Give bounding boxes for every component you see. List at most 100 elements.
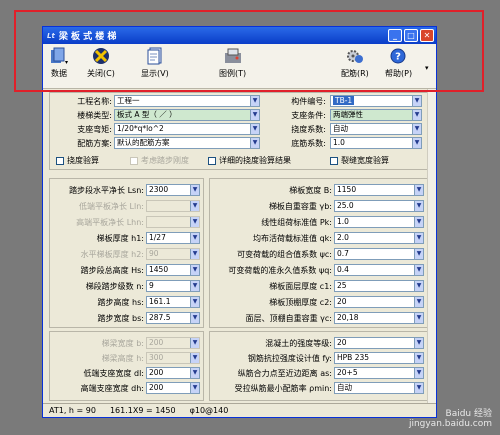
chevron-down-icon[interactable]: ▼ — [190, 233, 199, 243]
field-label: 高端平板净长 Lhn: — [76, 218, 144, 227]
geometry-group: 踏步段水平净长 Lsn: 2300 ▼ 低端平板净长 Lln: ▼ 高端平板净长 Lhn:… — [49, 178, 204, 328]
status-text: AT1, h = 90 — [49, 406, 96, 415]
chevron-down-icon[interactable]: ▼ — [412, 138, 421, 148]
value-combo[interactable]: 20 ▼ — [334, 296, 424, 308]
value-combo[interactable]: 200 ▼ — [146, 367, 200, 379]
value-combo[interactable]: 9 ▼ — [146, 280, 200, 292]
deflection-check[interactable]: 挠度验算 — [56, 155, 99, 166]
field-label: 低端支座宽度 dl: — [83, 369, 144, 378]
chevron-down-icon[interactable]: ▼ — [414, 217, 423, 227]
field-label: 钢筋抗拉强度设计值 fy: — [247, 354, 332, 363]
value-combo[interactable]: 1150 ▼ — [334, 184, 424, 196]
chevron-down-icon[interactable]: ▼ — [190, 297, 199, 307]
member-id-combo[interactable]: TB-1 ▼ — [330, 95, 422, 107]
value-combo[interactable]: ▼ — [146, 200, 200, 212]
field-label: 高端支座宽度 dh: — [80, 384, 144, 393]
general-group: 工程名称: 工程一 ▼ 楼梯类型: 板式 A 型（ ／ ） ▼ 支座弯矩: 1/20… — [49, 92, 428, 170]
value-combo[interactable]: ▼ — [146, 216, 200, 228]
value-combo[interactable]: 0.7 ▼ — [334, 248, 424, 260]
checkbox[interactable] — [208, 156, 216, 165]
value-combo[interactable]: 200 ▼ — [146, 337, 200, 349]
chevron-down-icon[interactable]: ▼ — [414, 201, 423, 211]
project-name-combo[interactable]: 工程一 ▼ — [114, 95, 260, 107]
chevron-down-icon[interactable]: ▼ — [190, 368, 199, 378]
chevron-down-icon[interactable]: ▼ — [414, 281, 423, 291]
chevron-down-icon[interactable]: ▼ — [250, 110, 259, 120]
value-combo[interactable]: 2300 ▼ — [146, 184, 200, 196]
material-group: 混凝土的强度等级: 20 ▼ 钢筋抗拉强度设计值 fy: HPB 235 ▼ 纵筋合力点至近… — [209, 331, 428, 401]
value-combo[interactable]: 25 ▼ — [334, 280, 424, 292]
step-stiffness-check[interactable]: 考虑踏步刚度 — [130, 155, 189, 166]
bottom-rebar-coef-combo[interactable]: 1.0 ▼ — [330, 137, 422, 149]
chevron-down-icon[interactable]: ▼ — [190, 185, 199, 195]
chevron-down-icon[interactable]: ▼ — [190, 313, 199, 323]
value-combo[interactable]: 0.4 ▼ — [334, 264, 424, 276]
chevron-down-icon[interactable]: ▼ — [414, 353, 423, 363]
chevron-down-icon[interactable]: ▼ — [190, 338, 199, 348]
value-combo[interactable]: 1/27 ▼ — [146, 232, 200, 244]
chevron-down-icon[interactable]: ▼ — [190, 217, 199, 227]
field-label: 梯板顶棚厚度 c2: — [269, 298, 332, 307]
chevron-down-icon[interactable]: ▼ — [414, 338, 423, 348]
field-label: 混凝土的强度等级: — [265, 339, 332, 348]
member-id-label: 构件编号: — [291, 97, 326, 106]
status-text: 161.1X9 = 1450 — [109, 406, 176, 415]
value-combo[interactable]: 1.0 ▼ — [334, 216, 424, 228]
rebar-scheme-combo[interactable]: 默认的配筋方案 ▼ — [114, 137, 260, 149]
chevron-down-icon[interactable]: ▼ — [414, 368, 423, 378]
value-combo[interactable]: 287.5 ▼ — [146, 312, 200, 324]
chevron-down-icon[interactable]: ▼ — [190, 249, 199, 259]
chevron-down-icon[interactable]: ▼ — [190, 201, 199, 211]
checkbox[interactable] — [330, 156, 338, 165]
checkbox[interactable] — [130, 156, 138, 165]
chevron-down-icon[interactable]: ▼ — [190, 281, 199, 291]
deflection-coef-combo[interactable]: 自动 ▼ — [330, 123, 422, 135]
crack-width-check[interactable]: 裂缝宽度验算 — [330, 155, 389, 166]
load-group: 梯板宽度 B: 1150 ▼ 梯板自重容重 γb: 25.0 ▼ 线性组荷标准值 Pk: 1.… — [209, 178, 428, 328]
value-combo[interactable]: 20+5 ▼ — [334, 367, 424, 379]
value-combo[interactable]: 20 ▼ — [334, 337, 424, 349]
value-combo[interactable]: 自动 ▼ — [334, 382, 424, 394]
value-combo[interactable]: 1450 ▼ — [146, 264, 200, 276]
chevron-down-icon[interactable]: ▼ — [250, 124, 259, 134]
value-combo[interactable]: 20,18 ▼ — [334, 312, 424, 324]
field-label: 受拉纵筋最小配筋率 ρmin: — [234, 384, 332, 393]
field-label: 纵筋合力点至近边距离 as: — [237, 369, 332, 378]
chevron-down-icon[interactable]: ▼ — [412, 110, 421, 120]
chevron-down-icon[interactable]: ▼ — [414, 265, 423, 275]
chevron-down-icon[interactable]: ▼ — [412, 96, 421, 106]
value-combo[interactable]: 90 ▼ — [146, 248, 200, 260]
support-condition-combo[interactable]: 两端弹性 ▼ — [330, 109, 422, 121]
stair-type-combo[interactable]: 板式 A 型（ ／ ） ▼ — [114, 109, 260, 121]
detailed-deflection-check[interactable]: 详细的挠度验算结果 — [208, 155, 291, 166]
checkbox[interactable] — [56, 156, 64, 165]
field-label: 低端平板净长 Lln: — [79, 202, 144, 211]
support-moment-label: 支座弯矩: — [77, 125, 112, 134]
chevron-down-icon[interactable]: ▼ — [414, 233, 423, 243]
support-group: 梯梁宽度 b: 200 ▼ 梯梁高度 h: 300 ▼ 低端支座宽度 dl: 200 ▼ 高端支座… — [49, 331, 204, 401]
chevron-down-icon[interactable]: ▼ — [414, 383, 423, 393]
chevron-down-icon[interactable]: ▼ — [414, 313, 423, 323]
value-combo[interactable]: 2.0 ▼ — [334, 232, 424, 244]
chevron-down-icon[interactable]: ▼ — [250, 138, 259, 148]
field-label: 面层、顶棚自重容重 γc: — [245, 314, 332, 323]
chevron-down-icon[interactable]: ▼ — [190, 353, 199, 363]
vertical-scrollbar[interactable] — [427, 89, 436, 405]
support-condition-label: 支座条件: — [291, 111, 326, 120]
chevron-down-icon[interactable]: ▼ — [250, 96, 259, 106]
value-combo[interactable]: 25.0 ▼ — [334, 200, 424, 212]
value-combo[interactable]: HPB 235 ▼ — [334, 352, 424, 364]
chevron-down-icon[interactable]: ▼ — [414, 185, 423, 195]
support-moment-combo[interactable]: 1/20*q*lo^2 ▼ — [114, 123, 260, 135]
chevron-down-icon[interactable]: ▼ — [414, 297, 423, 307]
value-combo[interactable]: 300 ▼ — [146, 352, 200, 364]
value-combo[interactable]: 200 ▼ — [146, 382, 200, 394]
deflection-coef-label: 挠度系数: — [291, 125, 326, 134]
value-combo[interactable]: 161.1 ▼ — [146, 296, 200, 308]
rebar-scheme-label: 配筋方案: — [77, 139, 112, 148]
chevron-down-icon[interactable]: ▼ — [412, 124, 421, 134]
chevron-down-icon[interactable]: ▼ — [414, 249, 423, 259]
chevron-down-icon[interactable]: ▼ — [190, 383, 199, 393]
chevron-down-icon[interactable]: ▼ — [190, 265, 199, 275]
field-label: 踏步段水平净长 Lsn: — [69, 186, 144, 195]
